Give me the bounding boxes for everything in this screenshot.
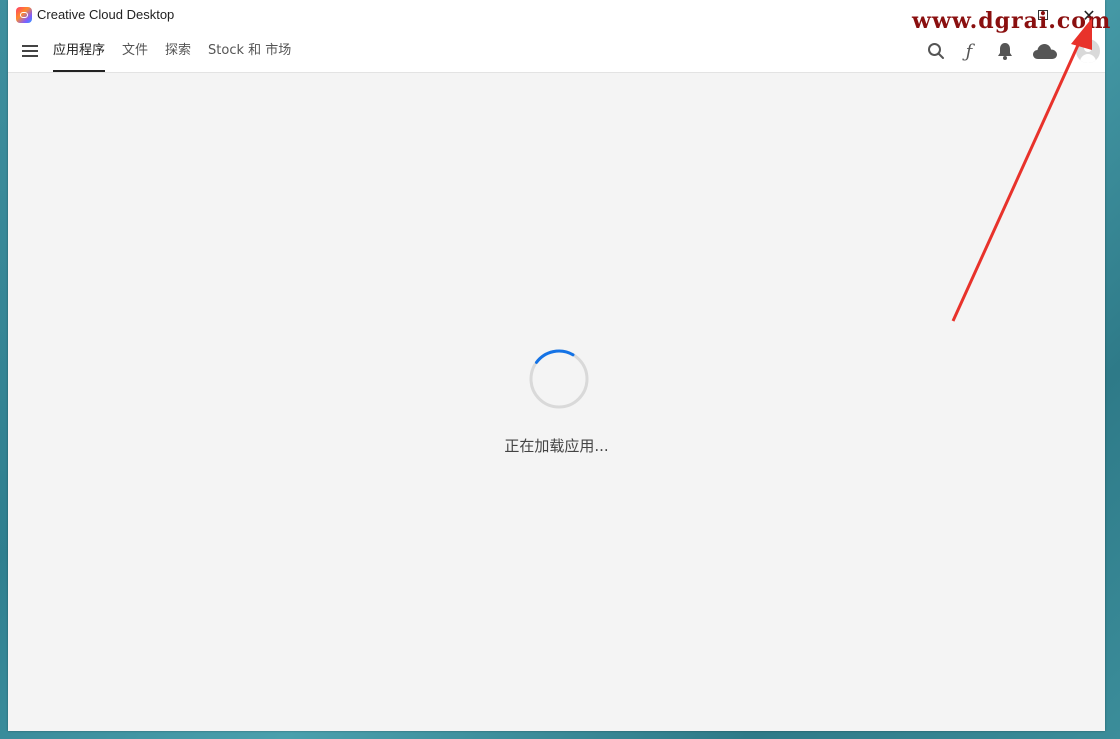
cloud-icon[interactable] <box>1032 41 1058 61</box>
creative-cloud-logo-icon <box>16 7 32 23</box>
loading-text: 正在加载应用... <box>504 437 609 455</box>
hamburger-menu-icon[interactable] <box>22 45 38 57</box>
tab-discover[interactable]: 探索 <box>165 30 191 72</box>
bell-icon[interactable] <box>995 41 1015 61</box>
tab-files[interactable]: 文件 <box>122 30 148 72</box>
nav-tabs: 应用程序 文件 探索 Stock 和 市场 <box>53 30 308 72</box>
window-title: Creative Cloud Desktop <box>37 7 175 22</box>
loading-spinner <box>529 349 589 409</box>
top-nav: 应用程序 文件 探索 Stock 和 市场 ƒ <box>8 30 1105 73</box>
avatar[interactable] <box>1076 39 1100 63</box>
fonts-icon[interactable]: ƒ <box>959 41 979 62</box>
watermark-text: www.dgrai.com <box>912 8 1112 34</box>
tab-stock-marketplace[interactable]: Stock 和 市场 <box>208 30 291 72</box>
tab-apps[interactable]: 应用程序 <box>53 30 106 72</box>
search-icon[interactable] <box>926 41 946 61</box>
app-window: Creative Cloud Desktop ✕ 应用程序 文件 探索 Stoc… <box>8 0 1105 731</box>
